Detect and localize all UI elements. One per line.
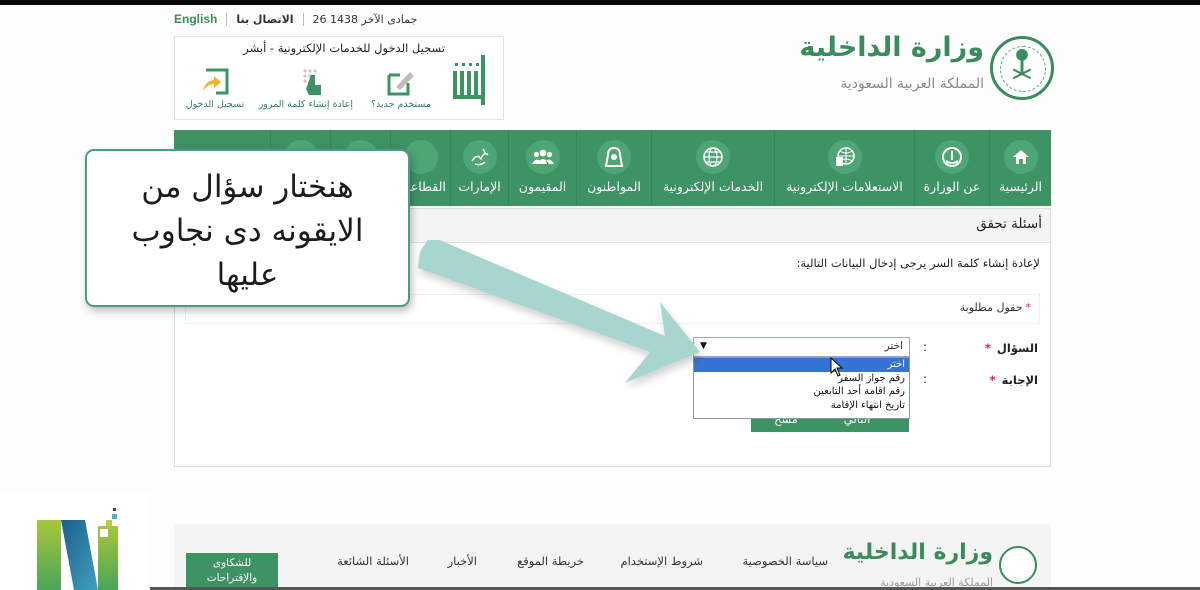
- required-star: *: [1025, 301, 1032, 314]
- colon: :: [923, 372, 928, 386]
- nav-item-inquiries[interactable]: الاستعلامات الإلكترونية: [774, 130, 914, 206]
- nav-item-emirates[interactable]: الإمارات: [450, 130, 508, 206]
- mouse-cursor-icon: [830, 357, 844, 377]
- absher-login-box: تسجيل الدخول للخدمات الإلكترونية - أبشر: [174, 36, 504, 120]
- screen: English الاتصال بنا 26 جمادى الآخر 1438 …: [0, 0, 1200, 590]
- divider: [302, 12, 304, 26]
- nav-item-home[interactable]: الرئيسية: [989, 130, 1051, 206]
- channel-logo: [0, 493, 150, 590]
- globe-search-icon: [827, 140, 862, 174]
- nav-item-eservices[interactable]: الخدمات الإلكترونية: [651, 130, 774, 206]
- home-icon: [1003, 140, 1038, 174]
- tutorial-arrow: [418, 240, 700, 383]
- footer-link-terms[interactable]: شروط الإستخدام: [621, 554, 703, 568]
- login-button[interactable]: تسجيل الدخول: [175, 67, 255, 110]
- dropdown-option[interactable]: رقم جواز السفر: [694, 372, 909, 386]
- dropdown-option[interactable]: رقم اقامة أحد التابعين: [694, 385, 909, 399]
- nav-item-citizens[interactable]: المواطنون: [576, 130, 651, 206]
- intro-text: لإعادة إنشاء كلمة السر يرجى إدخال البيان…: [796, 256, 1040, 270]
- absher-logo-icon: [449, 51, 495, 109]
- emirates-calligraphy-icon: [462, 140, 497, 174]
- globe-icon: [696, 140, 730, 174]
- dropdown-option[interactable]: تاريخ انتهاء الإقامة: [694, 399, 909, 413]
- footer-ministry-logo[interactable]: وزارة الداخلية المملكة العربية السعودية: [843, 540, 1037, 590]
- reset-password-button[interactable]: إعادة إنشاء كلمة المرور: [259, 67, 353, 110]
- answer-label: الإجابة*: [989, 373, 1038, 387]
- top-links: English الاتصال بنا 26 جمادى الآخر 1438: [174, 10, 417, 28]
- keypad-finger-icon: [298, 67, 328, 97]
- divider: [226, 12, 228, 26]
- nav-item-residents[interactable]: المقيمون: [508, 130, 576, 206]
- nav-item-about[interactable]: عن الوزارة: [914, 130, 989, 206]
- saudi-emblem-icon: [999, 546, 1037, 584]
- contact-link[interactable]: الاتصال بنا: [236, 13, 293, 26]
- footer-link-privacy[interactable]: سياسة الخصوصية: [742, 554, 828, 568]
- ministry-logo[interactable]: وزارة الداخلية المملكة العربية السعودية: [799, 32, 1054, 104]
- question-label: السؤال*: [984, 341, 1038, 355]
- arrow-shape: [418, 240, 700, 383]
- footer-link-faq[interactable]: الأسئلة الشائعة: [337, 554, 409, 568]
- edit-pencil-icon: [386, 67, 416, 97]
- new-user-button[interactable]: مستخدم جديد؟: [361, 67, 441, 110]
- hijri-date: 26 جمادى الآخر 1438: [312, 12, 418, 26]
- n-logo-icon: [37, 508, 118, 590]
- saudi-emblem-icon: [990, 36, 1054, 100]
- window-top-bar: [0, 0, 1200, 5]
- citizen-icon: [597, 140, 631, 174]
- question-select[interactable]: اختر ▼: [693, 337, 910, 357]
- login-arrow-icon: [200, 67, 230, 97]
- question-dropdown-list[interactable]: اختر رقم جواز السفر رقم اقامة أحد التابع…: [693, 357, 910, 419]
- ministry-emblem-icon: [935, 140, 969, 174]
- select-value: اختر: [884, 340, 903, 352]
- footer-link-news[interactable]: الأخبار: [448, 554, 477, 568]
- tutorial-callout: هنختار سؤال من الايقونه دى نجاوب عليها: [85, 149, 410, 307]
- footer-link-sitemap[interactable]: خريطة الموقع: [517, 554, 584, 568]
- ministry-name: وزارة الداخلية: [799, 32, 984, 63]
- residents-group-icon: [525, 140, 560, 174]
- dropdown-option[interactable]: اختر: [694, 358, 909, 372]
- colon: :: [923, 340, 928, 354]
- country-name: المملكة العربية السعودية: [840, 76, 984, 92]
- complaints-button[interactable]: للشكاوى والإقتراحات: [186, 553, 278, 590]
- english-link[interactable]: English: [174, 12, 217, 26]
- absher-title: تسجيل الدخول للخدمات الإلكترونية - أبشر: [243, 41, 445, 55]
- footer: وزارة الداخلية المملكة العربية السعودية …: [174, 524, 1051, 590]
